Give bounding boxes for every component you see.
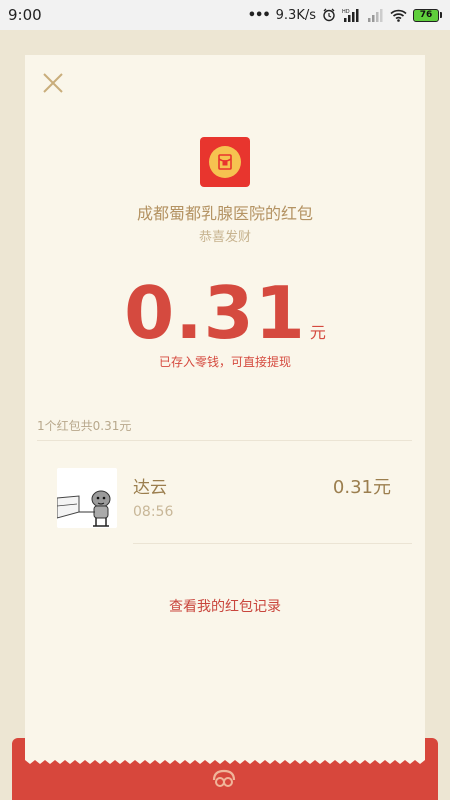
alarm-icon (322, 8, 336, 22)
red-packet-detail-card: 成都蜀都乳腺医院的红包 恭喜发财 0.31 元 已存入零钱，可直接提现 1个红包… (25, 55, 425, 760)
divider (133, 543, 412, 544)
record-time: 08:56 (133, 504, 174, 520)
status-indicators: ••• 9.3K/s HD 76 (248, 8, 442, 23)
divider (37, 440, 412, 441)
greeting-message: 恭喜发财 (198, 230, 251, 245)
record-amount: 0.31元 (332, 477, 391, 498)
wifi-icon (390, 9, 407, 22)
battery-level: 76 (413, 8, 439, 22)
cartoon-avatar-icon (57, 468, 117, 528)
packet-summary: 1个红包共0.31元 (37, 419, 132, 433)
battery-icon: 76 (413, 8, 442, 22)
dots-icon: ••• (247, 7, 271, 23)
signal-weak-icon (366, 8, 384, 22)
red-packet-icon (200, 137, 250, 187)
avatar[interactable] (57, 468, 117, 528)
view-red-packet-history-link[interactable]: 查看我的红包记录 (25, 596, 425, 616)
zigzag-edge (25, 756, 425, 764)
close-icon (43, 73, 63, 93)
network-speed: 9.3K/s (275, 7, 316, 23)
amount-display: 0.31 元 (25, 277, 425, 349)
amount-value: 0.31 (124, 271, 306, 355)
record-name: 达云 (133, 478, 167, 498)
deposit-note-link[interactable]: 已存入零钱，可直接提现 (25, 353, 425, 370)
svg-text:HD: HD (342, 9, 350, 15)
wechat-pay-logo-icon (212, 769, 236, 787)
close-button[interactable] (41, 71, 65, 95)
signal-hd-icon: HD (342, 8, 360, 22)
sender-title: 成都蜀都乳腺医院的红包 (136, 204, 313, 223)
amount-unit: 元 (309, 323, 326, 342)
status-time: 9:00 (8, 6, 42, 24)
status-bar: 9:00 ••• 9.3K/s HD 76 (0, 0, 450, 30)
